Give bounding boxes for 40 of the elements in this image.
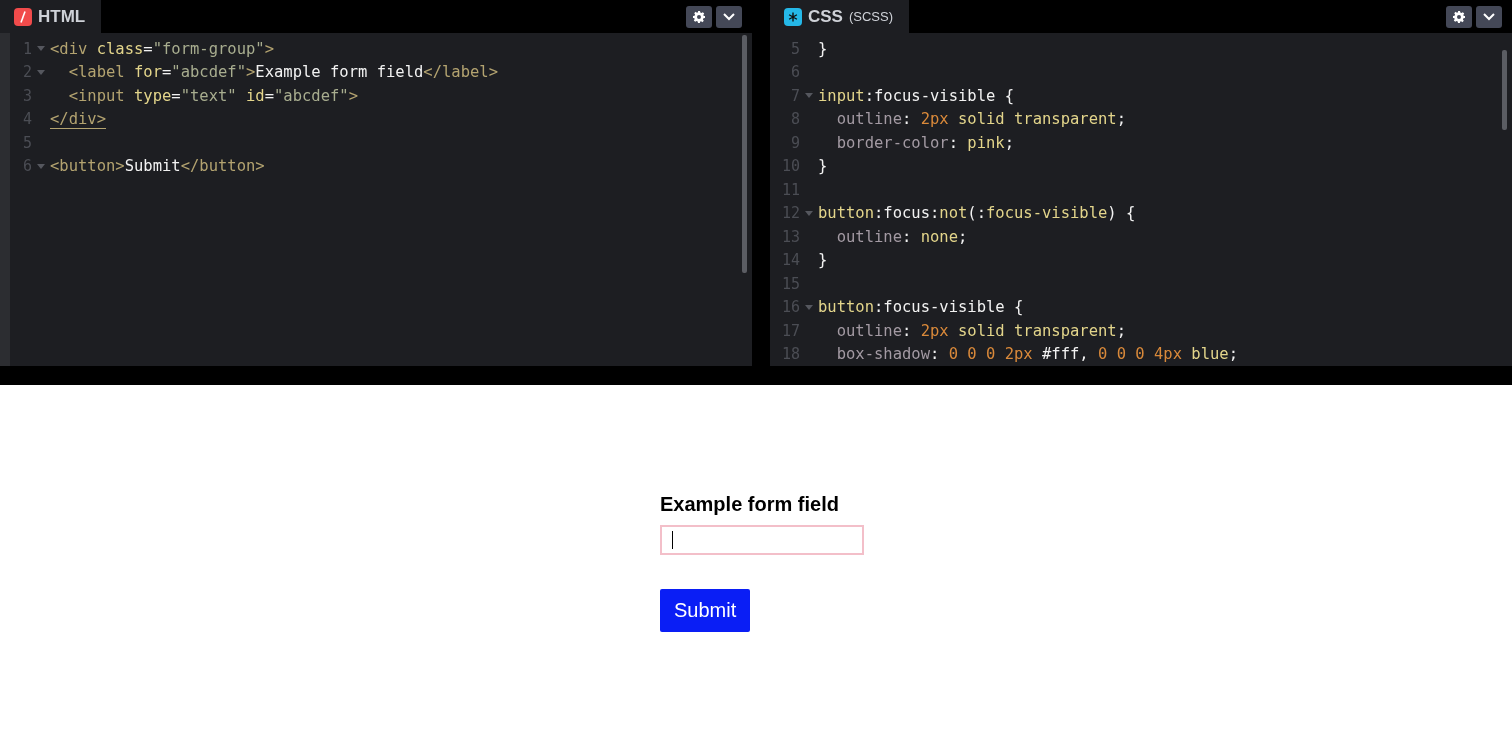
fold-arrow-icon[interactable] [37, 69, 45, 75]
code-line: input:focus-visible { [818, 86, 1014, 105]
code-line: button:focus:not(:focus-visible) { [818, 204, 1136, 223]
code-line: <button>Submit</button> [50, 157, 265, 176]
dropdown-button[interactable] [716, 5, 742, 28]
code-line: button:focus-visible { [818, 298, 1024, 317]
text-cursor [672, 531, 673, 549]
fold-arrow-icon[interactable] [805, 93, 813, 99]
fold-arrow-icon[interactable] [37, 163, 45, 169]
code-line: } [818, 39, 828, 58]
asterisk-icon [784, 7, 802, 26]
editor-tab[interactable]: CSS (SCSS) [770, 0, 910, 33]
fold-arrow-icon[interactable] [805, 210, 813, 216]
submit-button[interactable]: Submit [660, 589, 751, 632]
code-line: <input type="text" id="abcdef"> [67, 86, 358, 105]
scrollbar[interactable] [1502, 50, 1507, 130]
fold-arrow-icon[interactable] [37, 46, 45, 52]
field-label: Example form field [660, 493, 840, 516]
code-line: } [818, 157, 828, 176]
code-line: <div class="form-group"> [50, 39, 274, 58]
editor-tab[interactable]: HTML [0, 0, 102, 33]
code-line: border-color: pink; [835, 133, 1014, 152]
code-line: </div> [50, 110, 106, 129]
dropdown-button[interactable] [1476, 5, 1502, 28]
code-line: <label for="abcdef">Example form field</label> [67, 63, 498, 82]
settings-icon [693, 10, 705, 23]
text-field[interactable] [660, 525, 864, 555]
code-line: box-shadow: 0 0 0 2px #fff, 0 0 0 4px blue; [835, 345, 1238, 364]
scrollbar[interactable] [742, 35, 747, 273]
chevron-down-icon [723, 12, 735, 21]
code-line: } [818, 251, 828, 270]
settings-button[interactable] [1446, 5, 1472, 28]
settings-icon [1453, 10, 1465, 23]
fold-arrow-icon[interactable] [805, 304, 813, 310]
slash-icon [14, 7, 32, 26]
settings-button[interactable] [686, 5, 712, 28]
code-line: outline: 2px solid transparent; [835, 321, 1126, 340]
code-line: outline: 2px solid transparent; [835, 110, 1126, 129]
chevron-down-icon [1483, 12, 1495, 21]
code-line: outline: none; [835, 227, 968, 246]
